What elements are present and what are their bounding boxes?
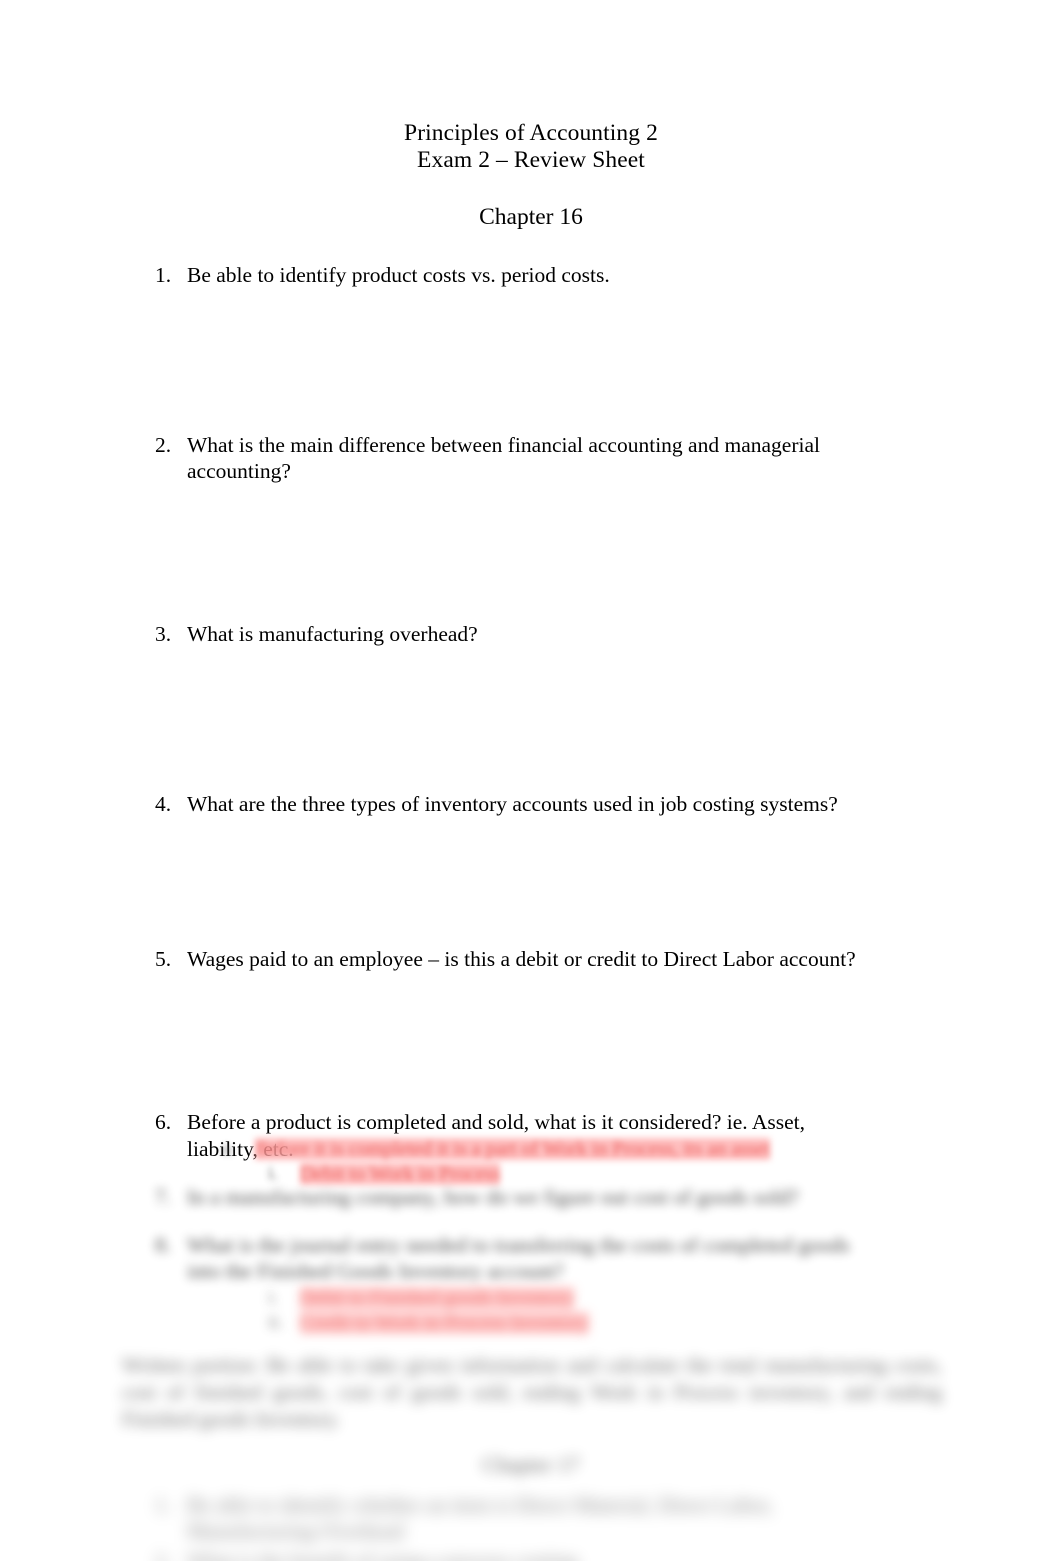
question-text: What are the three types of inventory ac… xyxy=(187,791,838,816)
question-text: Be able to identify whether an item is D… xyxy=(187,1493,773,1544)
answer-space xyxy=(0,817,1062,946)
answer-space xyxy=(0,288,1062,432)
question-8-answer-block: i. Debit to Finished goods Inventory ii.… xyxy=(0,1286,1062,1336)
question-text: In a manufacturing company, how do we fi… xyxy=(187,1185,799,1209)
question-number: 5. xyxy=(155,947,172,972)
question-number: 1. xyxy=(155,263,172,287)
answer-space xyxy=(0,485,1062,621)
question-number: 6. xyxy=(155,1110,172,1135)
question-number: 4. xyxy=(155,791,172,816)
question-item: 1. Be able to identify whether an item i… xyxy=(0,1492,1062,1544)
question-8-block: 8. What is the journal entry needed to t… xyxy=(0,1232,1062,1284)
question-text: Be able to identify product costs vs. pe… xyxy=(187,263,610,287)
answer-space xyxy=(0,647,1062,791)
question-number: 3. xyxy=(155,621,172,646)
question-text: Wages paid to an employee – is this a de… xyxy=(187,947,856,972)
question-item: 4. What are the three types of inventory… xyxy=(0,791,1062,817)
answer-sub-list: a. Before it is completed it is a part o… xyxy=(0,1137,1062,1187)
answer-sub-item: i. Debit to Finished goods Inventory xyxy=(0,1286,1062,1311)
question-number: 7. xyxy=(155,1185,172,1209)
question-item: 1. Be able to identify product costs vs.… xyxy=(0,262,1062,288)
chapter-17-heading-block: Chapter 17 xyxy=(0,1452,1062,1478)
answer-marker: i. xyxy=(268,1287,279,1308)
question-item: 5. Wages paid to an employee – is this a… xyxy=(0,946,1062,972)
question-text: What is the main difference between fina… xyxy=(187,433,820,484)
document-title-line-1: Principles of Accounting 2 xyxy=(404,120,658,146)
answer-sub-item: ii. Credit to Work in Process Inventory xyxy=(0,1311,1062,1336)
chapter-17-question-list: 1. Be able to identify whether an item i… xyxy=(0,1492,1062,1561)
question-item: 8. What is the journal entry needed to t… xyxy=(0,1232,1062,1284)
answer-text: Before it is completed it is a part of W… xyxy=(255,1138,771,1160)
written-portion-paragraph-block: Written portion: Be able to take given i… xyxy=(0,1352,1062,1433)
answer-marker: a. xyxy=(222,1138,236,1159)
answer-text: Debit to Finished goods Inventory xyxy=(300,1287,575,1309)
answer-marker: i. xyxy=(268,1163,279,1184)
document-page: Principles of Accounting 2 Exam 2 – Revi… xyxy=(0,0,1062,1561)
answer-text: Credit to Work in Process Inventory xyxy=(300,1312,589,1334)
answer-sub-item: a. Before it is completed it is a part o… xyxy=(0,1137,1062,1162)
question-item: 3. What is manufacturing overhead? xyxy=(0,621,1062,647)
question-number: 2. xyxy=(155,1548,185,1561)
document-title-line-2: Exam 2 – Review Sheet xyxy=(417,146,645,173)
question-number: 1. xyxy=(155,1493,172,1517)
chapter-16-question-list: 1. Be able to identify product costs vs.… xyxy=(0,262,1062,1162)
question-number: 8. xyxy=(155,1233,172,1257)
answer-marker: ii. xyxy=(268,1312,284,1333)
question-number: 2. xyxy=(155,433,172,458)
answer-sub-list: i. Debit to Finished goods Inventory ii.… xyxy=(0,1286,1062,1336)
question-item: 2. What is the benefit of using a proces… xyxy=(0,1548,1062,1561)
question-text: What is manufacturing overhead? xyxy=(187,621,478,646)
chapter-16-heading: Chapter 16 xyxy=(479,204,583,230)
chapter-17-heading: Chapter 17 xyxy=(482,1452,580,1477)
question-text: What is the journal entry needed to tran… xyxy=(187,1233,850,1284)
document-body: Principles of Accounting 2 Exam 2 – Revi… xyxy=(0,0,1062,1162)
question-item: 2. What is the main difference between f… xyxy=(0,432,1062,484)
question-6-answer-block: a. Before it is completed it is a part o… xyxy=(0,1137,1062,1187)
question-7-block: 7. In a manufacturing company, how do we… xyxy=(0,1184,1062,1210)
document-title-block: Principles of Accounting 2 Exam 2 – Revi… xyxy=(0,0,1062,172)
question-text: What is the benefit of using a process c… xyxy=(187,1548,877,1561)
question-item: 7. In a manufacturing company, how do we… xyxy=(0,1184,1062,1210)
answer-text: Debit to Work in Process xyxy=(300,1163,501,1185)
answer-space xyxy=(0,972,1062,1109)
written-portion-paragraph: Written portion: Be able to take given i… xyxy=(122,1353,942,1431)
